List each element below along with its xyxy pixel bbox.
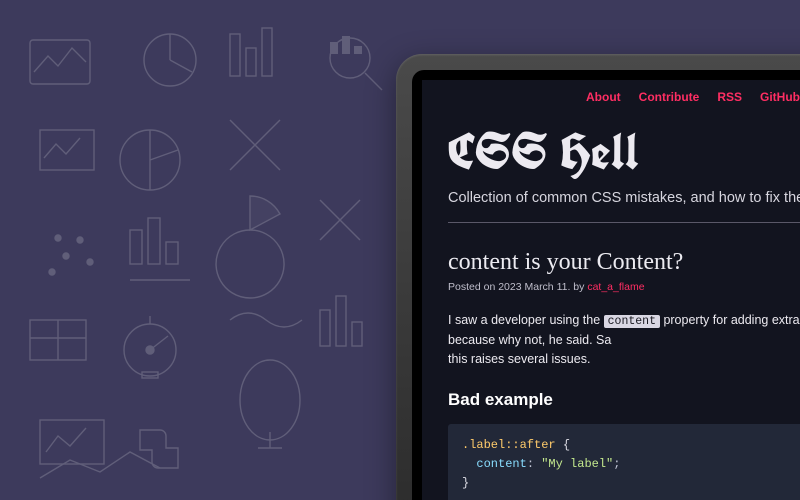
site-logo: CSS Hell (448, 118, 800, 184)
inline-code-content: content (604, 315, 660, 328)
device-bezel: About Contribute RSS GitHub T CSS Hell C… (412, 70, 800, 500)
post-author-link[interactable]: cat_a_flame (587, 281, 644, 293)
top-nav: About Contribute RSS GitHub T (448, 90, 800, 104)
bad-example-heading: Bad example (448, 390, 800, 410)
post-title: content is your Content? (448, 249, 800, 276)
code-selector: .label::after (462, 438, 556, 452)
code-block: .label::after { content: "My label"; } (448, 424, 800, 500)
post-meta-prefix: Posted on (448, 281, 498, 293)
screen-content: About Contribute RSS GitHub T CSS Hell C… (422, 80, 800, 500)
post-meta-date: 2023 March 11. (498, 281, 570, 293)
code-indent (462, 457, 476, 471)
device-frame: About Contribute RSS GitHub T CSS Hell C… (396, 54, 800, 500)
code-open-brace: { (556, 438, 570, 452)
site-tagline: Collection of common CSS mistakes, and h… (448, 190, 800, 206)
code-semicolon: ; (613, 457, 620, 471)
nav-contribute[interactable]: Contribute (639, 90, 700, 104)
nav-about[interactable]: About (586, 90, 621, 104)
code-value: "My label" (541, 457, 613, 471)
post-body-before: I saw a developer using the (448, 313, 604, 327)
code-close-brace: } (462, 476, 469, 490)
nav-rss[interactable]: RSS (717, 90, 742, 104)
post-meta: Posted on 2023 March 11. by cat_a_flame (448, 281, 800, 293)
code-colon: : (527, 457, 541, 471)
code-prop: content (476, 457, 526, 471)
post-body-line2: this raises several issues. (448, 352, 590, 366)
post-meta-by: by (570, 281, 587, 293)
post-body: I saw a developer using the content prop… (448, 311, 800, 370)
header-divider (448, 222, 800, 223)
nav-github[interactable]: GitHub (760, 90, 800, 104)
